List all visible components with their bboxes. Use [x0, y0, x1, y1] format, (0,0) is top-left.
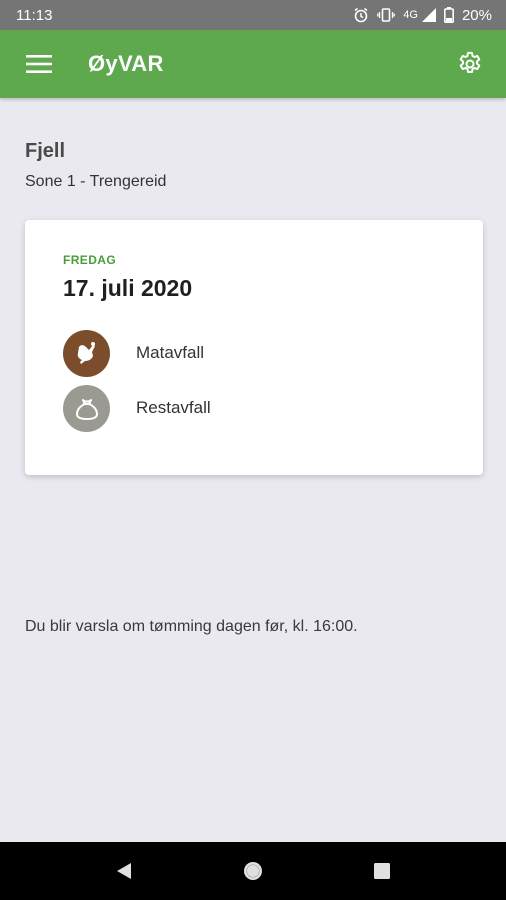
signal-icon	[421, 8, 436, 22]
status-time: 11:13	[16, 6, 53, 24]
settings-button[interactable]	[453, 47, 487, 81]
residual-waste-icon	[63, 384, 110, 432]
gear-icon	[459, 51, 481, 74]
battery-icon	[443, 7, 454, 23]
status-bar: 11:13 4G 20%	[0, 0, 506, 30]
recents-button[interactable]	[362, 851, 402, 891]
home-icon	[243, 862, 262, 880]
network-type: 4G	[403, 9, 418, 21]
waste-item-restavfall: Restavfall	[63, 384, 211, 432]
back-button[interactable]	[104, 851, 144, 891]
status-icons: 4G 20%	[353, 7, 492, 24]
recents-icon	[373, 863, 390, 879]
location-zone: Sone 1 - Trengereid	[25, 173, 167, 190]
system-nav-bar	[0, 842, 506, 900]
pickup-day: FREDAG	[63, 253, 117, 267]
alarm-icon	[353, 7, 369, 23]
waste-item-matavfall: Matavfall	[63, 329, 204, 377]
location-name: Fjell	[25, 140, 66, 162]
hamburger-menu-icon	[26, 55, 52, 73]
waste-label: Restavfall	[136, 398, 211, 417]
pickup-date: 17. juli 2020	[63, 275, 193, 301]
app-bar: ØyVAR	[0, 30, 506, 98]
waste-label: Matavfall	[136, 343, 205, 362]
pickup-card[interactable]: FREDAG 17. juli 2020 Matavfall Restavfal…	[25, 220, 483, 475]
home-button[interactable]	[233, 851, 273, 891]
vibrate-icon	[377, 7, 396, 23]
notification-notice: Du blir varsla om tømming dagen før, kl.…	[25, 618, 358, 635]
battery-level: 20%	[461, 6, 492, 24]
back-icon	[117, 863, 132, 879]
app-title: ØyVAR	[88, 51, 164, 76]
location-header: Fjell Sone 1 - Trengereid	[25, 140, 166, 191]
menu-button[interactable]	[21, 46, 57, 82]
food-waste-icon	[63, 329, 110, 377]
